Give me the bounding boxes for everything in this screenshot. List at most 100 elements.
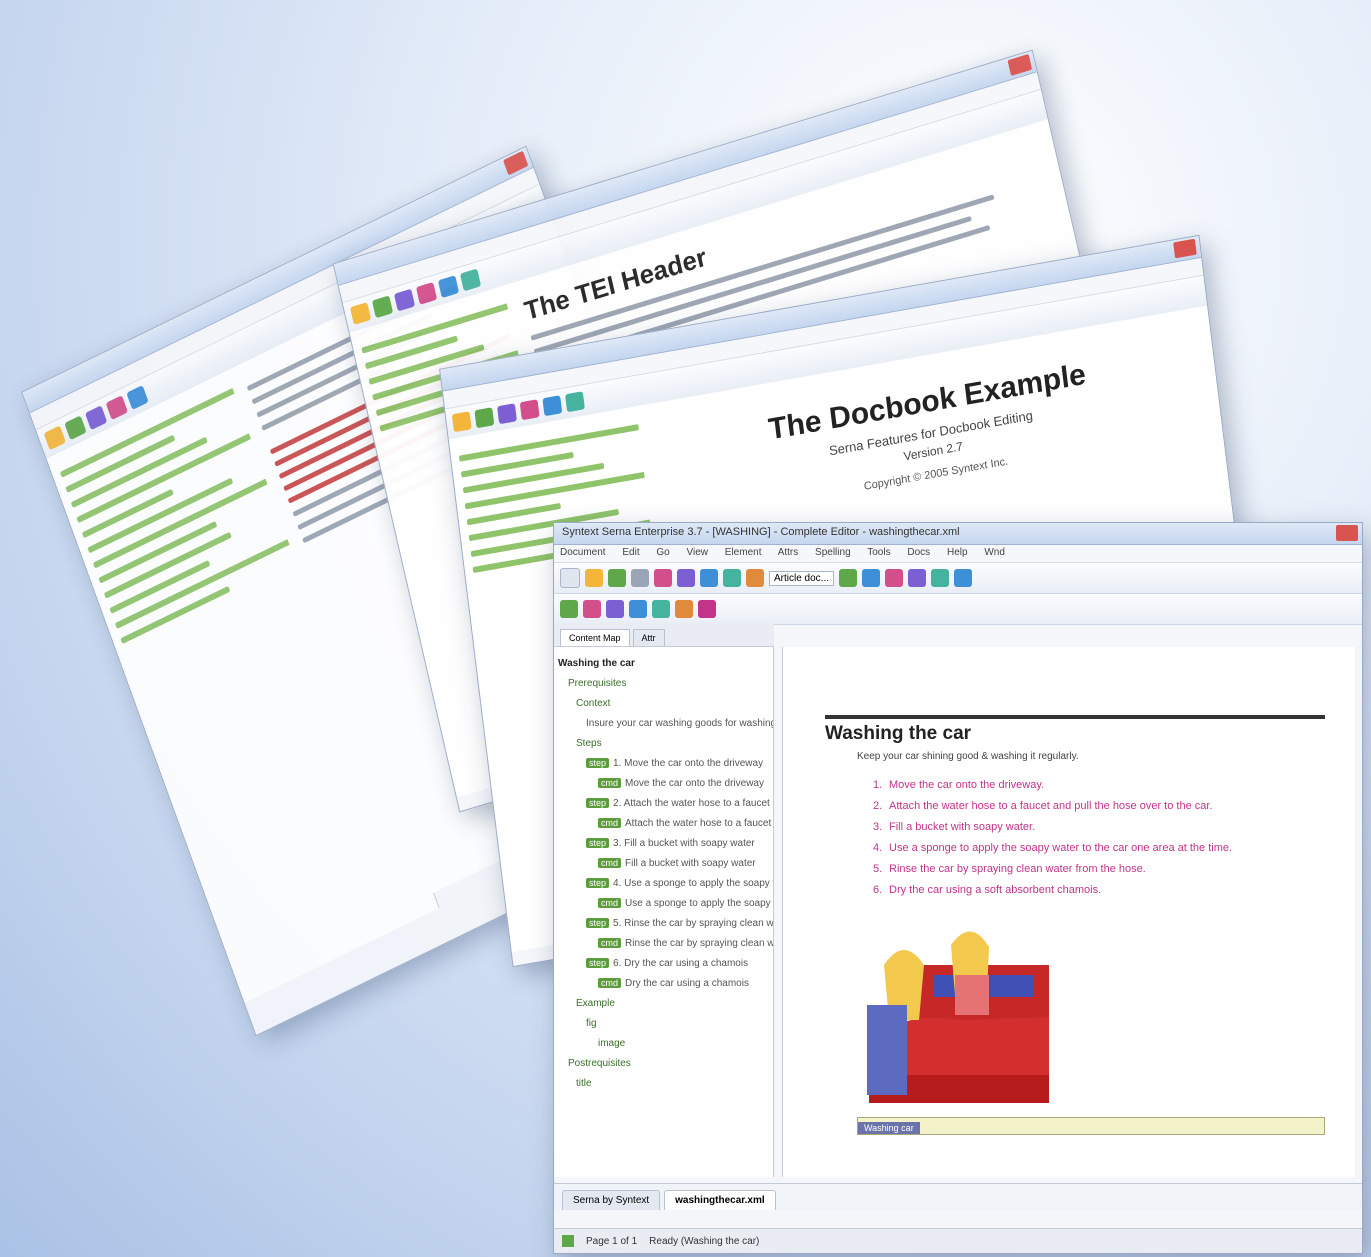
main-toolbar: Article doc... xyxy=(554,563,1362,594)
menu-view[interactable]: View xyxy=(687,547,709,558)
spellcheck-icon[interactable] xyxy=(542,395,563,417)
tree-item[interactable]: step 2. Attach the water hose to a faucet xyxy=(558,793,770,813)
status-bar: Page 1 of 1 Ready (Washing the car) xyxy=(554,1228,1362,1253)
close-icon[interactable] xyxy=(503,150,529,176)
tree-item[interactable]: Example xyxy=(558,993,769,1013)
tree-item[interactable]: Steps xyxy=(558,733,769,753)
tree-item[interactable]: Context xyxy=(558,693,769,713)
image-icon[interactable] xyxy=(459,268,482,292)
tab-washingthecar[interactable]: washingthecar.xml xyxy=(664,1190,776,1210)
menu-help[interactable]: Help xyxy=(947,547,968,558)
title-rule xyxy=(825,715,1325,719)
open-icon[interactable] xyxy=(451,411,472,433)
menu-wnd[interactable]: Wnd xyxy=(984,547,1005,558)
zoom-icon[interactable] xyxy=(954,569,973,587)
document-view[interactable]: Washing the car Keep your car shining go… xyxy=(782,647,1355,1177)
tree-item[interactable]: Prerequisites xyxy=(558,673,769,693)
tab-serna[interactable]: Serna by Syntext xyxy=(562,1190,661,1210)
menu-go[interactable]: Go xyxy=(656,547,669,558)
secondary-toolbar xyxy=(554,594,1362,625)
window-title: Syntext Serna Enterprise 3.7 - [WASHING]… xyxy=(562,526,960,538)
menu-document[interactable]: Document xyxy=(560,547,606,558)
figure-icon[interactable] xyxy=(652,600,670,618)
figure-caption: Washing car xyxy=(858,1122,920,1134)
para-icon[interactable] xyxy=(583,600,601,618)
redo-icon[interactable] xyxy=(677,569,695,587)
table-icon[interactable] xyxy=(126,385,149,410)
tree-item[interactable]: cmd Attach the water hose to a faucet xyxy=(558,813,771,833)
print-icon[interactable] xyxy=(631,569,649,587)
save-icon[interactable] xyxy=(474,407,495,429)
step-item: 3. Fill a bucket with soapy water. xyxy=(873,821,1036,833)
link-icon[interactable] xyxy=(437,275,460,299)
insert-icon[interactable] xyxy=(565,391,585,413)
note-icon[interactable] xyxy=(606,600,624,618)
paste-icon[interactable] xyxy=(746,569,764,587)
close-icon[interactable] xyxy=(1173,238,1197,259)
copy-icon[interactable] xyxy=(723,569,741,587)
document-tabs: Serna by Syntext washingthecar.xml xyxy=(554,1183,1362,1210)
tab-content-map[interactable]: Content Map xyxy=(560,629,630,646)
tree-item[interactable]: Washing the car xyxy=(558,653,769,673)
save-icon[interactable] xyxy=(608,569,626,587)
menu-attrs[interactable]: Attrs xyxy=(778,547,799,558)
bold-icon[interactable] xyxy=(839,569,858,587)
tree-item[interactable]: cmd Dry the car using a chamois xyxy=(558,973,769,993)
italic-icon[interactable] xyxy=(415,281,438,305)
editor-window-main: Syntext Serna Enterprise 3.7 - [WASHING]… xyxy=(553,522,1363,1254)
menu-spelling[interactable]: Spelling xyxy=(815,547,851,558)
menu-docs[interactable]: Docs xyxy=(907,547,930,558)
step-item: 5. Rinse the car by spraying clean water … xyxy=(873,863,1146,875)
tree-item[interactable]: step4. Use a sponge to apply the soapy w… xyxy=(558,873,773,893)
step-item: 4. Use a sponge to apply the soapy water … xyxy=(873,842,1233,854)
code-icon[interactable] xyxy=(675,600,693,618)
open-icon[interactable] xyxy=(43,425,66,451)
sidebar-tabs: Content Map Attr xyxy=(554,623,774,647)
menu-tools[interactable]: Tools xyxy=(867,547,890,558)
open-icon[interactable] xyxy=(349,302,372,325)
page-indicator: Page 1 of 1 xyxy=(586,1235,638,1247)
close-icon[interactable] xyxy=(1007,53,1033,76)
tree-item[interactable]: step 6. Dry the car using a chamois xyxy=(558,953,769,973)
paragraph-icon[interactable] xyxy=(84,405,108,431)
cut-icon[interactable] xyxy=(700,569,718,587)
open-icon[interactable] xyxy=(585,569,603,587)
tree-item[interactable]: fig xyxy=(558,1013,769,1033)
tree-item[interactable]: cmdUse a sponge to apply the soapy water xyxy=(558,893,773,913)
step-item: 1. Move the car onto the driveway. xyxy=(873,779,1045,791)
menu-edit[interactable]: Edit xyxy=(622,547,639,558)
tab-attributes[interactable]: Attr xyxy=(632,629,665,646)
tree-item[interactable]: Insure your car washing goods for washin… xyxy=(558,713,773,733)
tree-item[interactable]: Postrequisites xyxy=(558,1053,769,1073)
tree-item[interactable]: step 3. Fill a bucket with soapy water xyxy=(558,833,769,853)
new-icon[interactable] xyxy=(560,568,580,588)
tree-item[interactable]: cmd Fill a bucket with soapy water xyxy=(558,853,769,873)
table-icon[interactable] xyxy=(931,569,950,587)
status-icon xyxy=(562,1235,574,1247)
spellcheck-icon[interactable] xyxy=(698,600,716,618)
tree-item[interactable]: step 5. Rinse the car by spraying clean w… xyxy=(558,913,773,933)
menu-element[interactable]: Element xyxy=(725,547,762,558)
undo-icon[interactable] xyxy=(654,569,672,587)
list-icon[interactable] xyxy=(105,395,129,421)
save-icon[interactable] xyxy=(371,295,394,319)
step-item: 2. Attach the water hose to a faucet and … xyxy=(873,800,1213,812)
undo-icon[interactable] xyxy=(497,403,517,425)
car-washing-illustration xyxy=(867,931,1049,1103)
close-icon[interactable] xyxy=(1336,525,1358,541)
save-icon[interactable] xyxy=(64,415,87,441)
list-icon[interactable] xyxy=(560,600,578,618)
tree-item[interactable]: cmd Move the car onto the driveway xyxy=(558,773,769,793)
link-icon[interactable] xyxy=(885,569,904,587)
document-title: Washing the car xyxy=(825,723,972,744)
tree-item[interactable]: title xyxy=(558,1073,769,1093)
italic-icon[interactable] xyxy=(862,569,881,587)
image-icon[interactable] xyxy=(908,569,927,587)
tree-item[interactable]: cmdRinse the car by spraying clean water xyxy=(558,933,773,953)
section-icon[interactable] xyxy=(629,600,647,618)
tree-item[interactable]: image xyxy=(558,1033,769,1053)
style-dropdown[interactable]: Article doc... xyxy=(769,570,835,586)
tree-item[interactable]: step 1. Move the car onto the driveway xyxy=(558,753,769,773)
bold-icon[interactable] xyxy=(393,288,416,312)
redo-icon[interactable] xyxy=(519,399,540,421)
